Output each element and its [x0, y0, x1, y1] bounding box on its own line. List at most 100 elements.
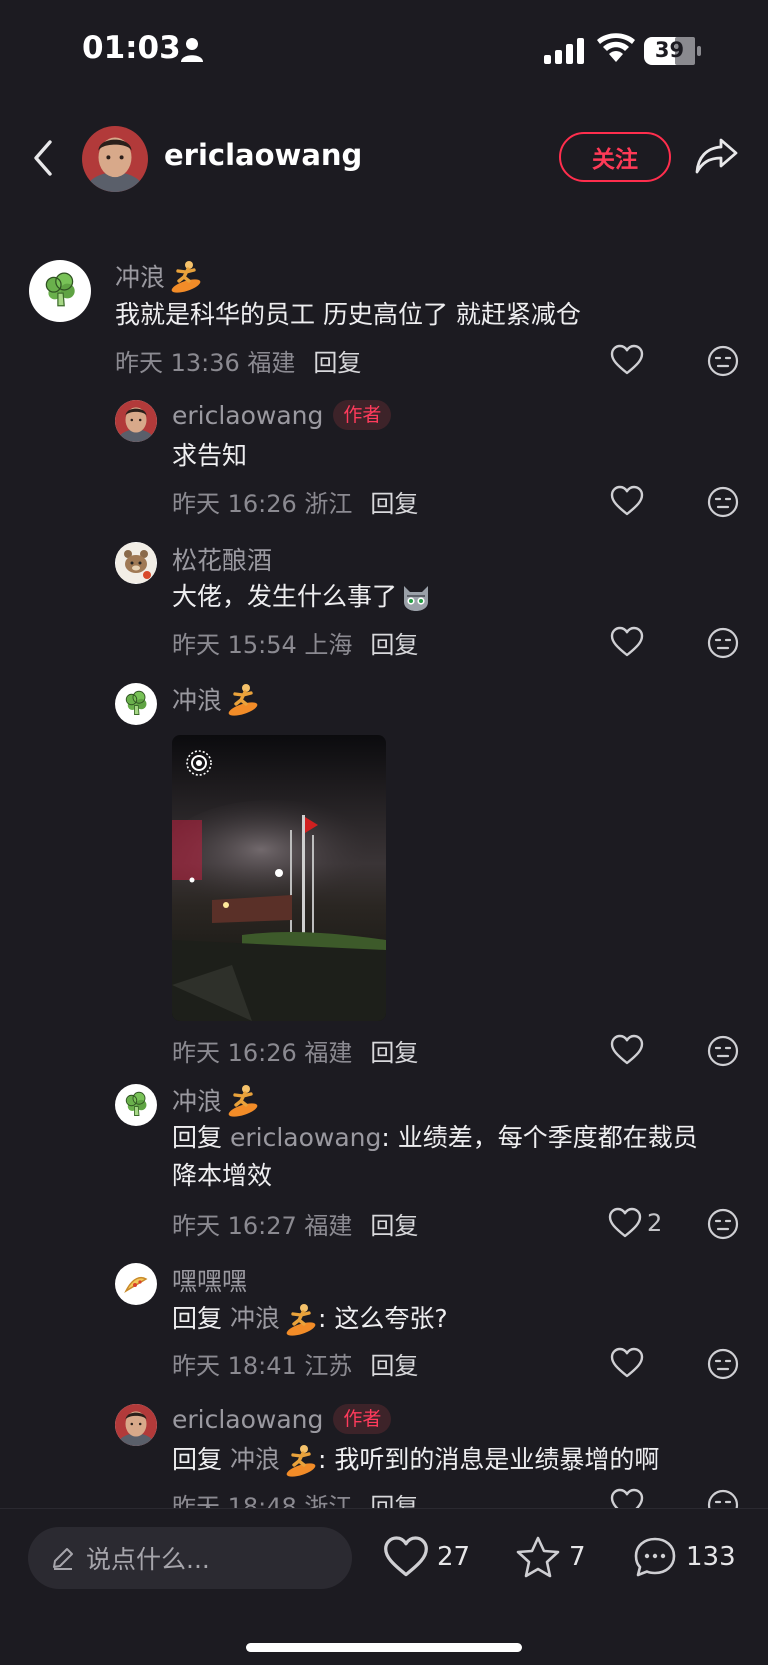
comment-username[interactable]: 嘿嘿嘿	[172, 1262, 247, 1298]
comment-time: 昨天 13:36 福建	[115, 349, 296, 377]
reply-button[interactable]: 回复	[370, 1352, 418, 1380]
comment-username[interactable]: 冲浪	[172, 681, 260, 717]
cellular-signal-icon	[544, 38, 584, 64]
emoji-reaction-icon[interactable]	[707, 1348, 739, 1380]
comment-username-text[interactable]: 冲浪	[115, 258, 165, 294]
cat-emoji-icon	[404, 586, 429, 611]
comment-username[interactable]: ericlaowang 作者	[172, 1404, 392, 1434]
comment-time: 昨天 15:54 上海	[172, 631, 353, 659]
comment-meta: 昨天 15:54 上海 回复	[172, 625, 418, 660]
night-scene-image	[172, 735, 386, 1021]
comment-meta: 昨天 13:36 福建 回复	[115, 343, 361, 378]
author-username[interactable]: ericlaowang	[164, 138, 362, 172]
share-icon[interactable]	[694, 134, 740, 178]
like-heart-icon[interactable]	[610, 1034, 644, 1066]
like-heart-icon[interactable]	[608, 1207, 642, 1239]
bear-avatar-icon	[116, 543, 156, 583]
comment-text: 求告知	[172, 441, 248, 470]
comment-text-line2: 降本增效	[172, 1161, 273, 1190]
reply-prefix: 回复	[172, 1123, 223, 1152]
emoji-reaction-icon[interactable]	[707, 1035, 739, 1067]
comment-username[interactable]: 冲浪	[115, 258, 203, 294]
comment-meta: 昨天 16:26 浙江 回复	[172, 484, 418, 519]
comment-username-text[interactable]: 冲浪	[172, 1082, 222, 1118]
like-heart-icon[interactable]	[610, 626, 644, 658]
comment-body: : 这么夸张?	[318, 1304, 448, 1333]
comment-time: 昨天 16:27 福建	[172, 1212, 353, 1240]
person-icon	[181, 38, 203, 62]
like-heart-icon[interactable]	[610, 344, 644, 376]
reply-button[interactable]: 回复	[370, 1039, 418, 1067]
follow-button[interactable]: 关注	[559, 132, 671, 182]
broccoli-icon	[121, 689, 151, 719]
like-heart-icon[interactable]	[610, 485, 644, 517]
comment-username[interactable]: ericlaowang 作者	[172, 400, 392, 430]
comment-body: : 业绩差，每个季度都在裁员	[381, 1123, 698, 1152]
reply-target-user[interactable]: ericlaowang	[230, 1123, 381, 1152]
comment-username-text[interactable]: 松花酿酒	[172, 541, 272, 577]
comment-username-text[interactable]: ericlaowang	[172, 1405, 323, 1434]
emoji-reaction-icon[interactable]	[707, 486, 739, 518]
comment-time: 昨天 18:41 江苏	[172, 1352, 353, 1380]
comment-username-text[interactable]: ericlaowang	[172, 401, 323, 430]
comment-meta: 昨天 16:26 福建 回复	[172, 1033, 418, 1068]
commenter-avatar[interactable]	[115, 683, 157, 725]
surfer-emoji-icon	[226, 1083, 260, 1117]
emoji-reaction-icon[interactable]	[707, 345, 739, 377]
home-indicator[interactable]	[246, 1643, 522, 1652]
reply-target-user[interactable]: 冲浪	[230, 1300, 280, 1338]
surfer-emoji-icon	[226, 682, 260, 716]
wifi-icon	[597, 33, 635, 62]
emoji-reaction-icon[interactable]	[707, 627, 739, 659]
comment-text: 回复 冲浪 : 这么夸张?	[172, 1300, 448, 1338]
comment-input-placeholder: 说点什么...	[86, 1545, 210, 1574]
comment-time: 昨天 16:26 浙江	[172, 490, 353, 518]
comment-text: 回复 冲浪 : 我听到的消息是业绩暴增的啊	[172, 1441, 659, 1479]
comment-input[interactable]: 说点什么...	[28, 1527, 352, 1589]
comment-body: : 我听到的消息是业绩暴增的啊	[318, 1445, 660, 1474]
emoji-reaction-icon[interactable]	[707, 1208, 739, 1240]
like-count: 2	[647, 1209, 663, 1237]
broccoli-icon	[121, 1090, 151, 1120]
battery-indicator: 39	[644, 37, 702, 65]
comment-meta: 昨天 18:41 江苏 回复	[172, 1346, 418, 1381]
comment-stat[interactable]: 133	[632, 1535, 736, 1579]
comment-text: 回复 ericlaowang: 业绩差，每个季度都在裁员	[172, 1119, 698, 1157]
like-heart-icon[interactable]	[610, 1347, 644, 1379]
commenter-avatar[interactable]	[115, 542, 157, 584]
commenter-avatar[interactable]	[115, 1404, 157, 1446]
reply-button[interactable]: 回复	[370, 1212, 418, 1240]
commenter-avatar[interactable]	[115, 400, 157, 442]
author-badge: 作者	[333, 400, 392, 430]
comment-text: 我就是科华的员工 历史高位了 就赶紧减仓	[115, 300, 581, 329]
status-time: 01:03	[82, 30, 181, 66]
like-total: 27	[437, 1542, 471, 1572]
like-stat[interactable]: 27	[383, 1535, 470, 1579]
pencil-icon	[53, 1548, 73, 1570]
star-stat[interactable]: 7	[515, 1535, 586, 1579]
reply-button[interactable]: 回复	[370, 490, 418, 518]
reply-button[interactable]: 回复	[370, 631, 418, 659]
reply-prefix: 回复	[172, 1445, 223, 1474]
surfer-emoji-icon	[169, 259, 203, 293]
comment-username[interactable]: 松花酿酒	[172, 541, 272, 577]
author-badge: 作者	[333, 1404, 392, 1434]
back-arrow-icon[interactable]	[26, 136, 62, 180]
commenter-avatar[interactable]	[29, 260, 91, 322]
star-icon	[516, 1536, 560, 1578]
surfer-emoji-icon	[284, 1443, 318, 1477]
battery-level: 39	[654, 38, 685, 62]
commenter-avatar[interactable]	[115, 1084, 157, 1126]
commenter-avatar[interactable]	[115, 1263, 157, 1305]
comment-total: 133	[686, 1542, 736, 1572]
comment-username-text[interactable]: 嘿嘿嘿	[172, 1262, 247, 1298]
comment-username-text[interactable]: 冲浪	[172, 681, 222, 717]
comment-photo[interactable]	[172, 735, 386, 1021]
reply-button[interactable]: 回复	[313, 349, 361, 377]
broccoli-icon	[39, 270, 81, 312]
comment-meta: 昨天 16:27 福建 回复	[172, 1206, 418, 1241]
reply-target-user[interactable]: 冲浪	[230, 1441, 280, 1479]
comment-text-row: 大佬，发生什么事了	[172, 578, 433, 616]
author-avatar[interactable]	[82, 126, 148, 192]
comment-username[interactable]: 冲浪	[172, 1082, 260, 1118]
